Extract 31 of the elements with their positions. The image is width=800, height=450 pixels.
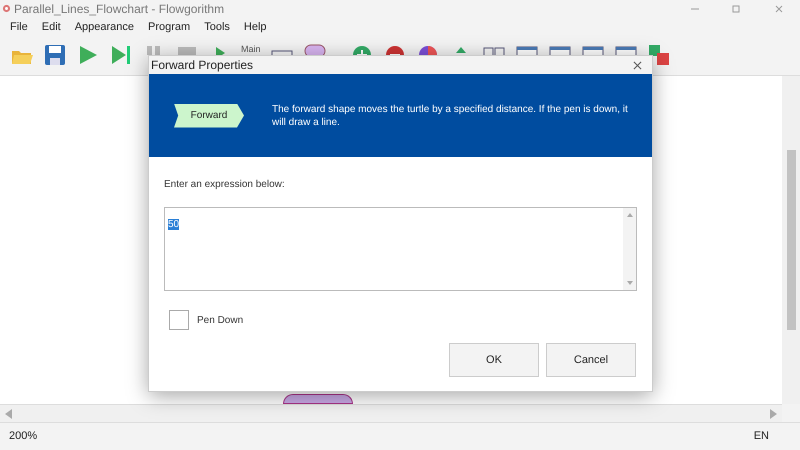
zoom-level: 200% — [9, 429, 38, 444]
maximize-icon[interactable] — [731, 4, 741, 14]
scroll-right-icon[interactable] — [769, 408, 777, 418]
step-icon[interactable] — [109, 43, 133, 67]
language-indicator: EN — [754, 429, 769, 444]
cancel-button[interactable]: Cancel — [546, 343, 636, 377]
menu-item[interactable]: Tools — [204, 19, 230, 36]
prompt-label: Enter an expression below: — [164, 178, 286, 192]
pen-down-checkbox[interactable] — [169, 310, 189, 330]
save-icon[interactable] — [43, 43, 67, 67]
dialog-title: Forward Properties — [151, 57, 254, 74]
menu-item[interactable]: File — [10, 19, 28, 36]
scroll-down-icon[interactable] — [626, 281, 632, 285]
expression-field[interactable]: 50 — [164, 207, 637, 291]
scroll-left-icon[interactable] — [5, 408, 13, 418]
flowchart-shape — [283, 394, 353, 404]
close-icon[interactable] — [633, 60, 642, 70]
menu-item[interactable]: Program — [148, 19, 190, 36]
description-text: The forward shape moves the turtle by a specified distance. If the pen is down, it will draw a line. — [272, 102, 629, 128]
ok-button[interactable]: OK — [449, 343, 539, 377]
terminal-shape-icon[interactable] — [302, 43, 327, 55]
translate-icon[interactable] — [646, 43, 671, 67]
function-dropdown[interactable]: Main — [241, 43, 261, 55]
forward-shape: Forward — [174, 104, 244, 128]
pen-down-label: Pen Down — [197, 314, 244, 328]
scrollbar-thumb[interactable] — [786, 150, 796, 330]
menu-item[interactable]: Appearance — [74, 19, 134, 36]
menu-item[interactable]: Help — [244, 19, 267, 36]
menu-item[interactable]: Edit — [42, 19, 61, 36]
scroll-up-icon[interactable] — [626, 213, 632, 217]
window-title: Parallel_Lines_Flowchart - Flowgorithm — [14, 0, 224, 18]
